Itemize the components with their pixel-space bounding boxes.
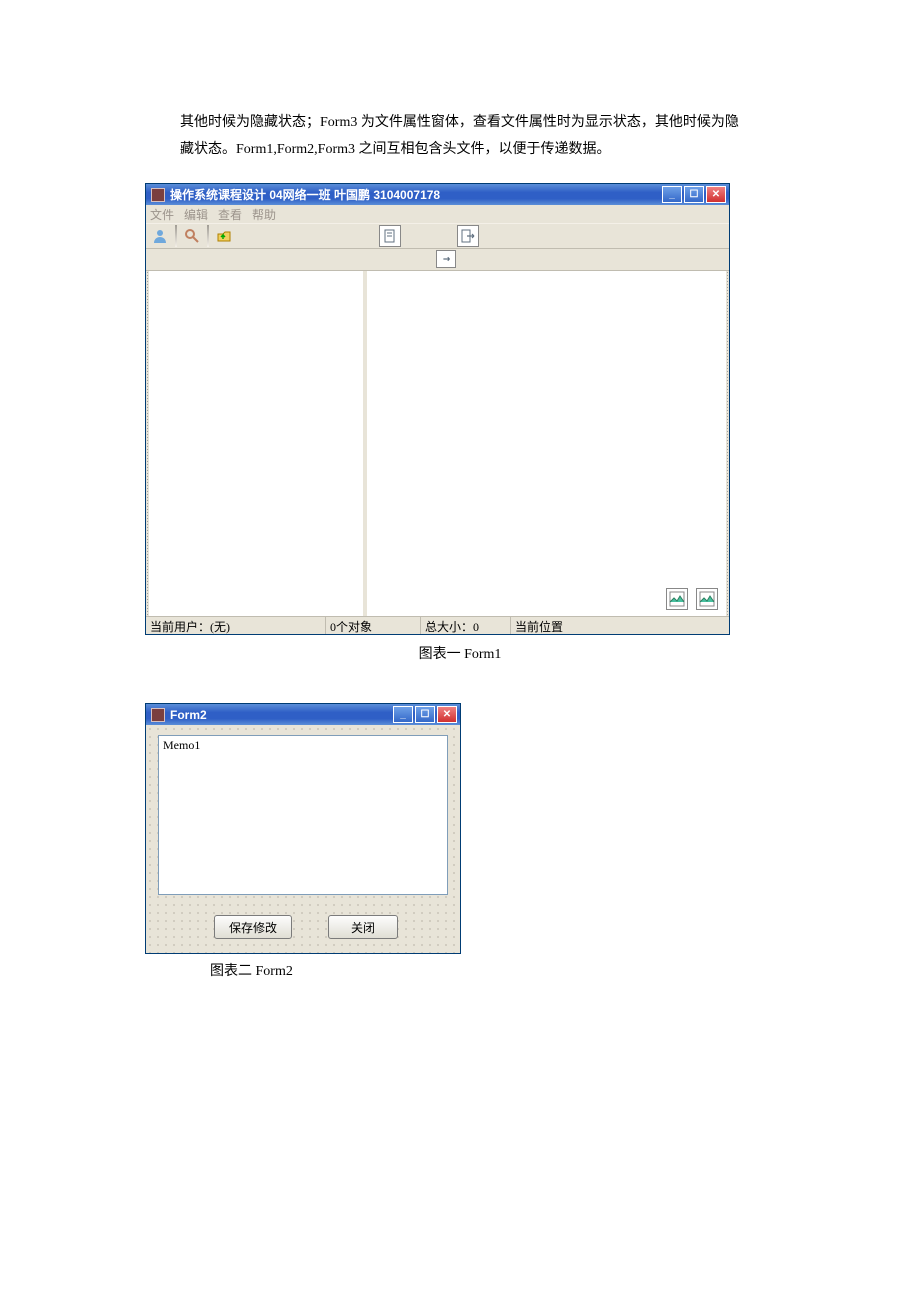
file-list-panel[interactable] <box>367 271 726 616</box>
menu-view[interactable]: 查看 <box>218 206 242 223</box>
close-button[interactable]: ✕ <box>437 706 457 723</box>
body-paragraph: 其他时候为隐藏状态；Form3 为文件属性窗体，查看文件属性时为显示状态，其他时… <box>0 110 920 183</box>
maximize-button[interactable]: ☐ <box>415 706 435 723</box>
panel-edge <box>726 271 729 616</box>
maximize-button[interactable]: ☐ <box>684 186 704 203</box>
form1-title: 操作系统课程设计 04网络一班 叶国鹏 3104007178 <box>170 186 662 203</box>
form1-client <box>146 271 729 616</box>
status-user: 当前用户：(无) <box>146 617 326 634</box>
form1-toolbar <box>146 223 729 249</box>
memo-textarea[interactable]: Memo1 <box>158 735 448 895</box>
new-file-icon[interactable] <box>379 225 401 247</box>
toolbar-separator <box>175 225 177 247</box>
minimize-button[interactable]: _ <box>393 706 413 723</box>
save-button[interactable]: 保存修改 <box>214 915 292 939</box>
minimize-button[interactable]: _ <box>662 186 682 203</box>
form2-window: Form2 _ ☐ ✕ Memo1 保存修改 关闭 <box>145 703 461 954</box>
status-objects: 0个对象 <box>326 617 421 634</box>
view-icon[interactable] <box>666 588 688 610</box>
toolbar-separator <box>207 225 209 247</box>
form1-statusbar: 当前用户：(无) 0个对象 总大小：0 当前位置 <box>146 616 729 634</box>
search-icon[interactable] <box>181 225 203 247</box>
form2-client: Memo1 保存修改 关闭 <box>146 725 460 953</box>
form2-title: Form2 <box>170 708 393 722</box>
menu-edit[interactable]: 编辑 <box>184 206 208 223</box>
app-icon <box>151 708 165 722</box>
menu-help[interactable]: 帮助 <box>252 206 276 223</box>
exit-icon[interactable] <box>457 225 479 247</box>
view-icon[interactable] <box>696 588 718 610</box>
folder-tree-panel[interactable] <box>149 271 367 616</box>
form1-menubar: 文件 编辑 查看 帮助 <box>146 205 729 223</box>
form2-titlebar[interactable]: Form2 _ ☐ ✕ <box>146 704 460 725</box>
form1-subtoolbar <box>146 249 729 271</box>
figure1-caption: 图表一 Form1 <box>0 643 920 663</box>
goto-icon[interactable] <box>436 250 456 268</box>
up-folder-icon[interactable] <box>213 225 235 247</box>
status-size: 总大小：0 <box>421 617 511 634</box>
status-location: 当前位置 <box>511 617 601 634</box>
close-form-button[interactable]: 关闭 <box>328 915 398 939</box>
user-icon[interactable] <box>149 225 171 247</box>
close-button[interactable]: ✕ <box>706 186 726 203</box>
figure2-caption: 图表二 Form2 <box>210 960 920 980</box>
app-icon <box>151 188 165 202</box>
form1-window: 操作系统课程设计 04网络一班 叶国鹏 3104007178 _ ☐ ✕ 文件 … <box>145 183 730 635</box>
form1-titlebar[interactable]: 操作系统课程设计 04网络一班 叶国鹏 3104007178 _ ☐ ✕ <box>146 184 729 205</box>
menu-file[interactable]: 文件 <box>150 206 174 223</box>
